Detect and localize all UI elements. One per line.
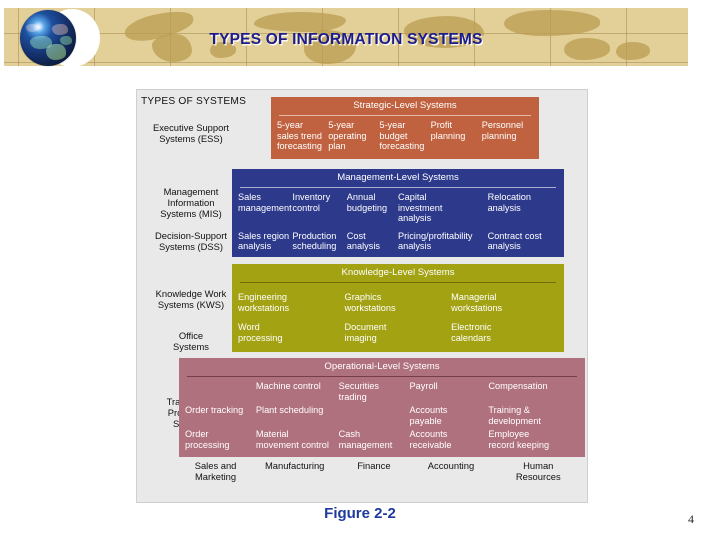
system-application: Word processing xyxy=(238,322,283,343)
band-row: Order processing Material movement contro… xyxy=(185,429,579,450)
system-application: Material movement control xyxy=(255,429,329,450)
band-title-strategic: Strategic-Level Systems xyxy=(353,100,457,111)
system-application: Accounts payable xyxy=(409,405,448,426)
system-application: Training & development xyxy=(488,405,541,426)
system-application: Production scheduling xyxy=(292,230,337,252)
band-row: Order tracking Plant scheduling Accounts… xyxy=(185,405,579,426)
band-row: Sales management Inventory control Annual b… xyxy=(238,192,558,224)
system-type-label-office: Office Systems xyxy=(173,330,209,352)
system-application: Annual budgeting xyxy=(346,192,388,213)
globe-continent xyxy=(52,24,68,35)
information-systems-pyramid-diagram: TYPES OF SYSTEMS Executive Support System… xyxy=(136,89,588,503)
band-row: Engineering workstations Graphics workstat… xyxy=(238,292,558,313)
band-row: Sales region analysis Production schedulin… xyxy=(238,231,558,252)
slide-number: 4 xyxy=(688,512,694,526)
band-title-management: Management-Level Systems xyxy=(337,172,459,183)
system-application: Sales management xyxy=(238,192,292,213)
band-divider xyxy=(240,282,556,283)
functional-area-label: Manufacturing xyxy=(264,460,325,471)
system-application: Personnel planning xyxy=(481,120,524,141)
band-title-operational: Operational-Level Systems xyxy=(324,361,440,372)
system-application: Sales region analysis xyxy=(238,230,290,252)
system-application: Electronic calendars xyxy=(451,322,492,343)
globe-continent xyxy=(60,36,72,45)
band-strategic-level: Strategic-Level Systems 5-year sales tren… xyxy=(271,97,539,159)
band-management-level: Management-Level Systems Sales management… xyxy=(232,169,564,257)
system-application: Engineering workstations xyxy=(238,292,290,313)
system-type-label-mis: Management Information Systems (MIS) xyxy=(160,186,222,219)
system-type-label-dss: Decision-Support Systems (DSS) xyxy=(155,230,227,252)
band-divider xyxy=(187,376,577,377)
functional-area-label: Human Resources xyxy=(515,460,561,482)
globe-continent xyxy=(46,44,66,60)
band-row: Word processing Document imaging Electroni… xyxy=(238,322,558,343)
system-application: Document imaging xyxy=(344,322,387,343)
functional-area-label: Accounting xyxy=(427,460,475,471)
system-application: Graphics workstations xyxy=(344,292,396,313)
system-application: Accounts receivable xyxy=(409,429,452,450)
globe-continent xyxy=(26,24,38,32)
functional-area-label: Sales and Marketing xyxy=(194,460,237,482)
system-application: 5-year budget forecasting xyxy=(379,120,425,152)
figure-caption: Figure 2-2 xyxy=(324,505,396,522)
globe-icon xyxy=(14,7,100,69)
band-divider xyxy=(279,115,531,116)
system-application: 5-year sales trend forecasting xyxy=(277,120,322,152)
system-application: Capital investment analysis xyxy=(397,192,443,224)
system-application: 5-year operating plan xyxy=(328,120,367,152)
system-application: Inventory control xyxy=(292,192,331,213)
system-application: Contract cost analysis xyxy=(487,230,542,252)
system-type-label-ess: Executive Support Systems (ESS) xyxy=(152,122,230,144)
title-banner: TYPES OF INFORMATION SYSTEMS xyxy=(4,8,688,66)
system-application: Machine control xyxy=(255,381,321,391)
band-divider xyxy=(240,187,556,188)
slide-title: TYPES OF INFORMATION SYSTEMS xyxy=(209,31,483,48)
band-operational-level: Operational-Level Systems Machine contro… xyxy=(179,358,585,457)
functional-area-label: Finance xyxy=(357,460,391,471)
system-application: Profit planning xyxy=(430,120,466,141)
band-row: Machine control Securities trading Payrol… xyxy=(185,381,579,402)
functional-areas-row: Sales and Marketing Manufacturing Finance… xyxy=(179,460,585,482)
system-application: Pricing/profitability analysis xyxy=(397,230,473,252)
map-landmass xyxy=(254,12,346,32)
diagram-corner-label: TYPES OF SYSTEMS xyxy=(141,96,247,107)
system-application: Order processing xyxy=(185,429,230,450)
system-application: Managerial workstations xyxy=(451,292,503,313)
system-application: Cash management xyxy=(338,429,393,450)
system-application: Compensation xyxy=(488,381,548,391)
band-row: 5-year sales trend forecasting 5-year opera… xyxy=(277,120,533,152)
system-application: Cost analysis xyxy=(346,230,380,252)
system-application: Order tracking xyxy=(185,405,244,416)
system-type-label-kws: Knowledge Work Systems (KWS) xyxy=(155,288,227,310)
globe-sphere xyxy=(20,10,76,66)
system-application: Plant scheduling xyxy=(255,405,324,416)
system-application: Payroll xyxy=(409,381,438,391)
band-title-knowledge: Knowledge-Level Systems xyxy=(341,267,455,278)
system-application: Securities trading xyxy=(338,381,379,402)
system-application: Relocation analysis xyxy=(487,192,531,213)
system-application: Employee record keeping xyxy=(488,429,550,450)
band-knowledge-level: Knowledge-Level Systems Engineering works… xyxy=(232,264,564,352)
